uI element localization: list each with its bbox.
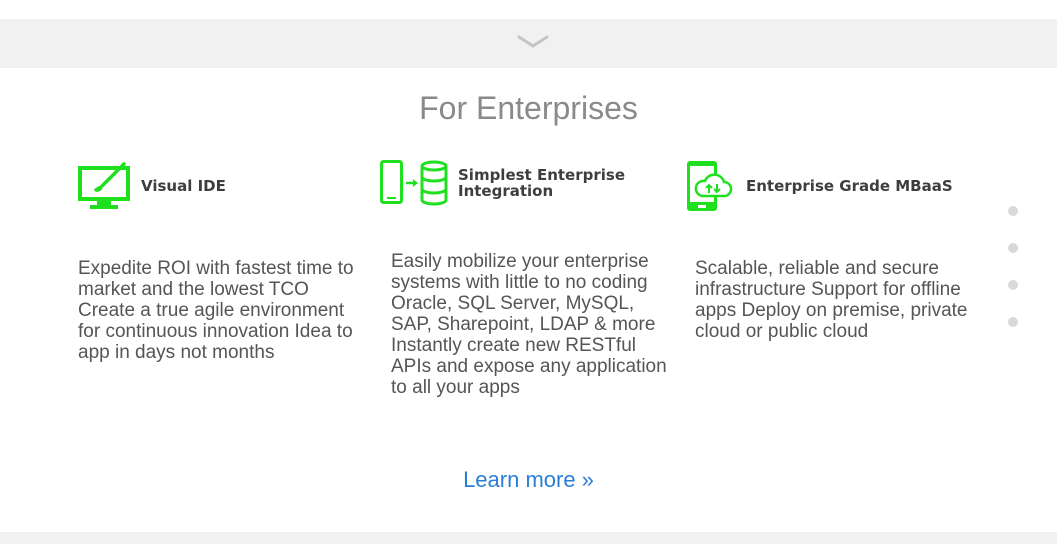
bottom-band bbox=[0, 532, 1057, 544]
phone-cloud-sync-icon bbox=[687, 161, 733, 211]
phone-database-icon bbox=[380, 160, 448, 206]
feature-heading-enterprise-integration: Simplest Enterprise Integration bbox=[458, 167, 625, 199]
pager-dot-3[interactable] bbox=[1008, 280, 1018, 290]
feature-heading-visual-ide: Visual IDE bbox=[141, 177, 226, 195]
pager-dot-4[interactable] bbox=[1008, 317, 1018, 327]
feature-text-enterprise-integration: Easily mobilize your enterprise systems … bbox=[391, 251, 667, 398]
section-title: For Enterprises bbox=[419, 90, 638, 126]
pager-dot-2[interactable] bbox=[1008, 243, 1018, 253]
learn-more-link[interactable]: Learn more » bbox=[0, 466, 1057, 494]
feature-text-visual-ide: Expedite ROI with fastest time to market… bbox=[78, 258, 354, 363]
carousel-pager bbox=[1008, 206, 1018, 354]
chevron-down-icon[interactable] bbox=[517, 33, 549, 51]
monitor-brush-icon bbox=[78, 162, 130, 209]
page: For Enterprises Visual IDE Expedite ROI … bbox=[0, 0, 1057, 544]
feature-heading-mbaas: Enterprise Grade MBaaS bbox=[746, 177, 953, 195]
feature-text-mbaas: Scalable, reliable and secure infrastruc… bbox=[695, 258, 968, 342]
feature-heading-line2: Integration bbox=[458, 182, 554, 200]
pager-dot-1[interactable] bbox=[1008, 206, 1018, 216]
